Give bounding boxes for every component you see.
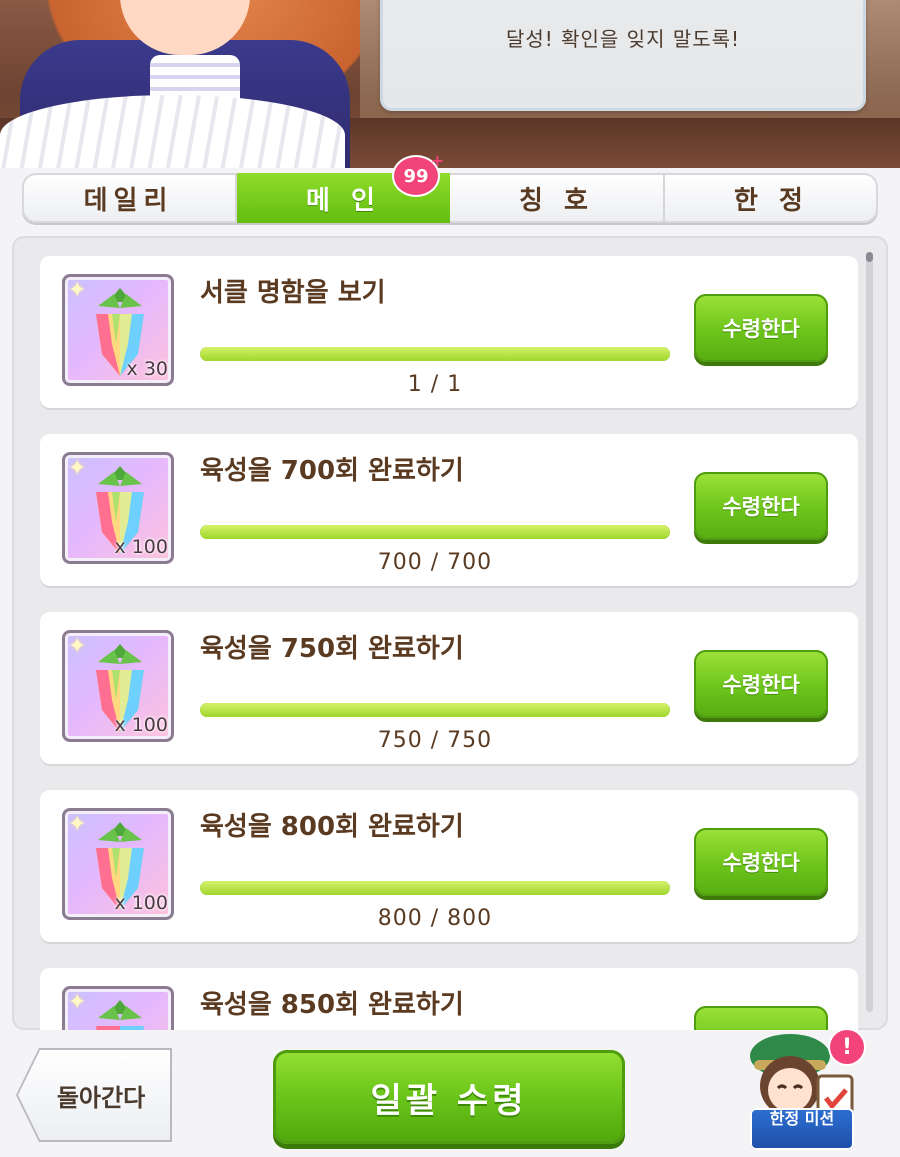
mission-card: ✦ x 100 육성을 700회 완료하기 700 / 700 수령한다 [40,434,858,586]
progress-bar [200,347,670,361]
progress-fill [200,347,670,361]
claim-button[interactable]: 수령한다 [694,650,828,718]
mission-title: 육성을 750회 완료하기 [200,634,464,664]
mission-card: ✦ x 30 서클 명함을 보기 1 / 1 수령한다 [40,256,858,408]
tab-main-label: 메 인 [306,185,381,216]
mission-tabs: 데일리 메 인 99 + 칭 호 한 정 [22,151,878,223]
tab-daily-label: 데일리 [83,185,174,216]
progress-fill [200,525,670,539]
claim-button[interactable]: 수령한다 [694,472,828,540]
mission-title: 육성을 800회 완료하기 [200,812,464,842]
speech-text: 달성! 확인을 잊지 말도록! [505,27,741,51]
progress-text: 750 / 750 [377,728,493,753]
character-banner: 달성! 확인을 잊지 말도록! [0,0,900,168]
badge-plus-icon: + [430,151,444,170]
reward-quantity: x 30 [126,358,168,380]
carrot-gem-icon [96,1000,144,1030]
progress-fill [200,881,670,895]
progress-bar [200,881,670,895]
reward-item[interactable]: ✦ x 100 [62,808,174,920]
tab-title-label: 칭 호 [519,185,594,216]
limited-mission-button[interactable]: ! 한정 미션 [740,1026,870,1154]
reward-quantity: x 100 [114,714,168,736]
progress-fill [200,703,670,717]
reward-item[interactable]: ✦ [62,986,174,1030]
limited-mission-label: 한정 미션 [750,1108,854,1150]
tab-daily[interactable]: 데일리 [22,173,237,223]
badge-count: 99 [403,165,429,187]
mission-title: 서클 명함을 보기 [200,278,386,308]
reward-item[interactable]: ✦ x 30 [62,274,174,386]
mission-list[interactable]: ✦ x 30 서클 명함을 보기 1 / 1 수령한다 ✦ x 100 육성을 … [12,236,888,1030]
tab-main[interactable]: 메 인 99 + [237,151,450,223]
mission-title: 육성을 850회 완료하기 [200,990,464,1020]
reward-item[interactable]: ✦ x 100 [62,452,174,564]
mission-card: ✦ 육성을 850회 완료하기 [40,968,858,1030]
tab-limited[interactable]: 한 정 [665,173,878,223]
mission-title: 육성을 700회 완료하기 [200,456,464,486]
claim-all-label: 일괄 수령 [370,1080,528,1121]
back-label: 돌아간다 [56,1083,146,1112]
scroll-thumb[interactable] [866,252,873,262]
notification-badge: 99 + [394,151,444,195]
scrollbar[interactable] [866,252,873,1012]
reward-quantity: x 100 [114,892,168,914]
alert-icon: ! [830,1030,864,1064]
mission-card: ✦ x 100 육성을 750회 완료하기 750 / 750 수령한다 [40,612,858,764]
back-button[interactable]: 돌아간다 [18,1050,170,1140]
claim-button[interactable]: 수령한다 [694,828,828,896]
reward-item[interactable]: ✦ x 100 [62,630,174,742]
progress-text: 800 / 800 [377,906,493,931]
claim-button[interactable]: 수령한다 [694,294,828,362]
mission-card: ✦ x 100 육성을 800회 완료하기 800 / 800 수령한다 [40,790,858,942]
progress-text: 700 / 700 [377,550,493,575]
progress-bar [200,703,670,717]
tab-limited-label: 한 정 [734,185,809,216]
reward-quantity: x 100 [114,536,168,558]
progress-text: 1 / 1 [407,372,463,397]
character-fan [0,95,345,168]
progress-bar [200,525,670,539]
tab-title[interactable]: 칭 호 [450,173,665,223]
speech-bubble: 달성! 확인을 잊지 말도록! [380,0,866,111]
claim-all-button[interactable]: 일괄 수령 [273,1050,625,1144]
